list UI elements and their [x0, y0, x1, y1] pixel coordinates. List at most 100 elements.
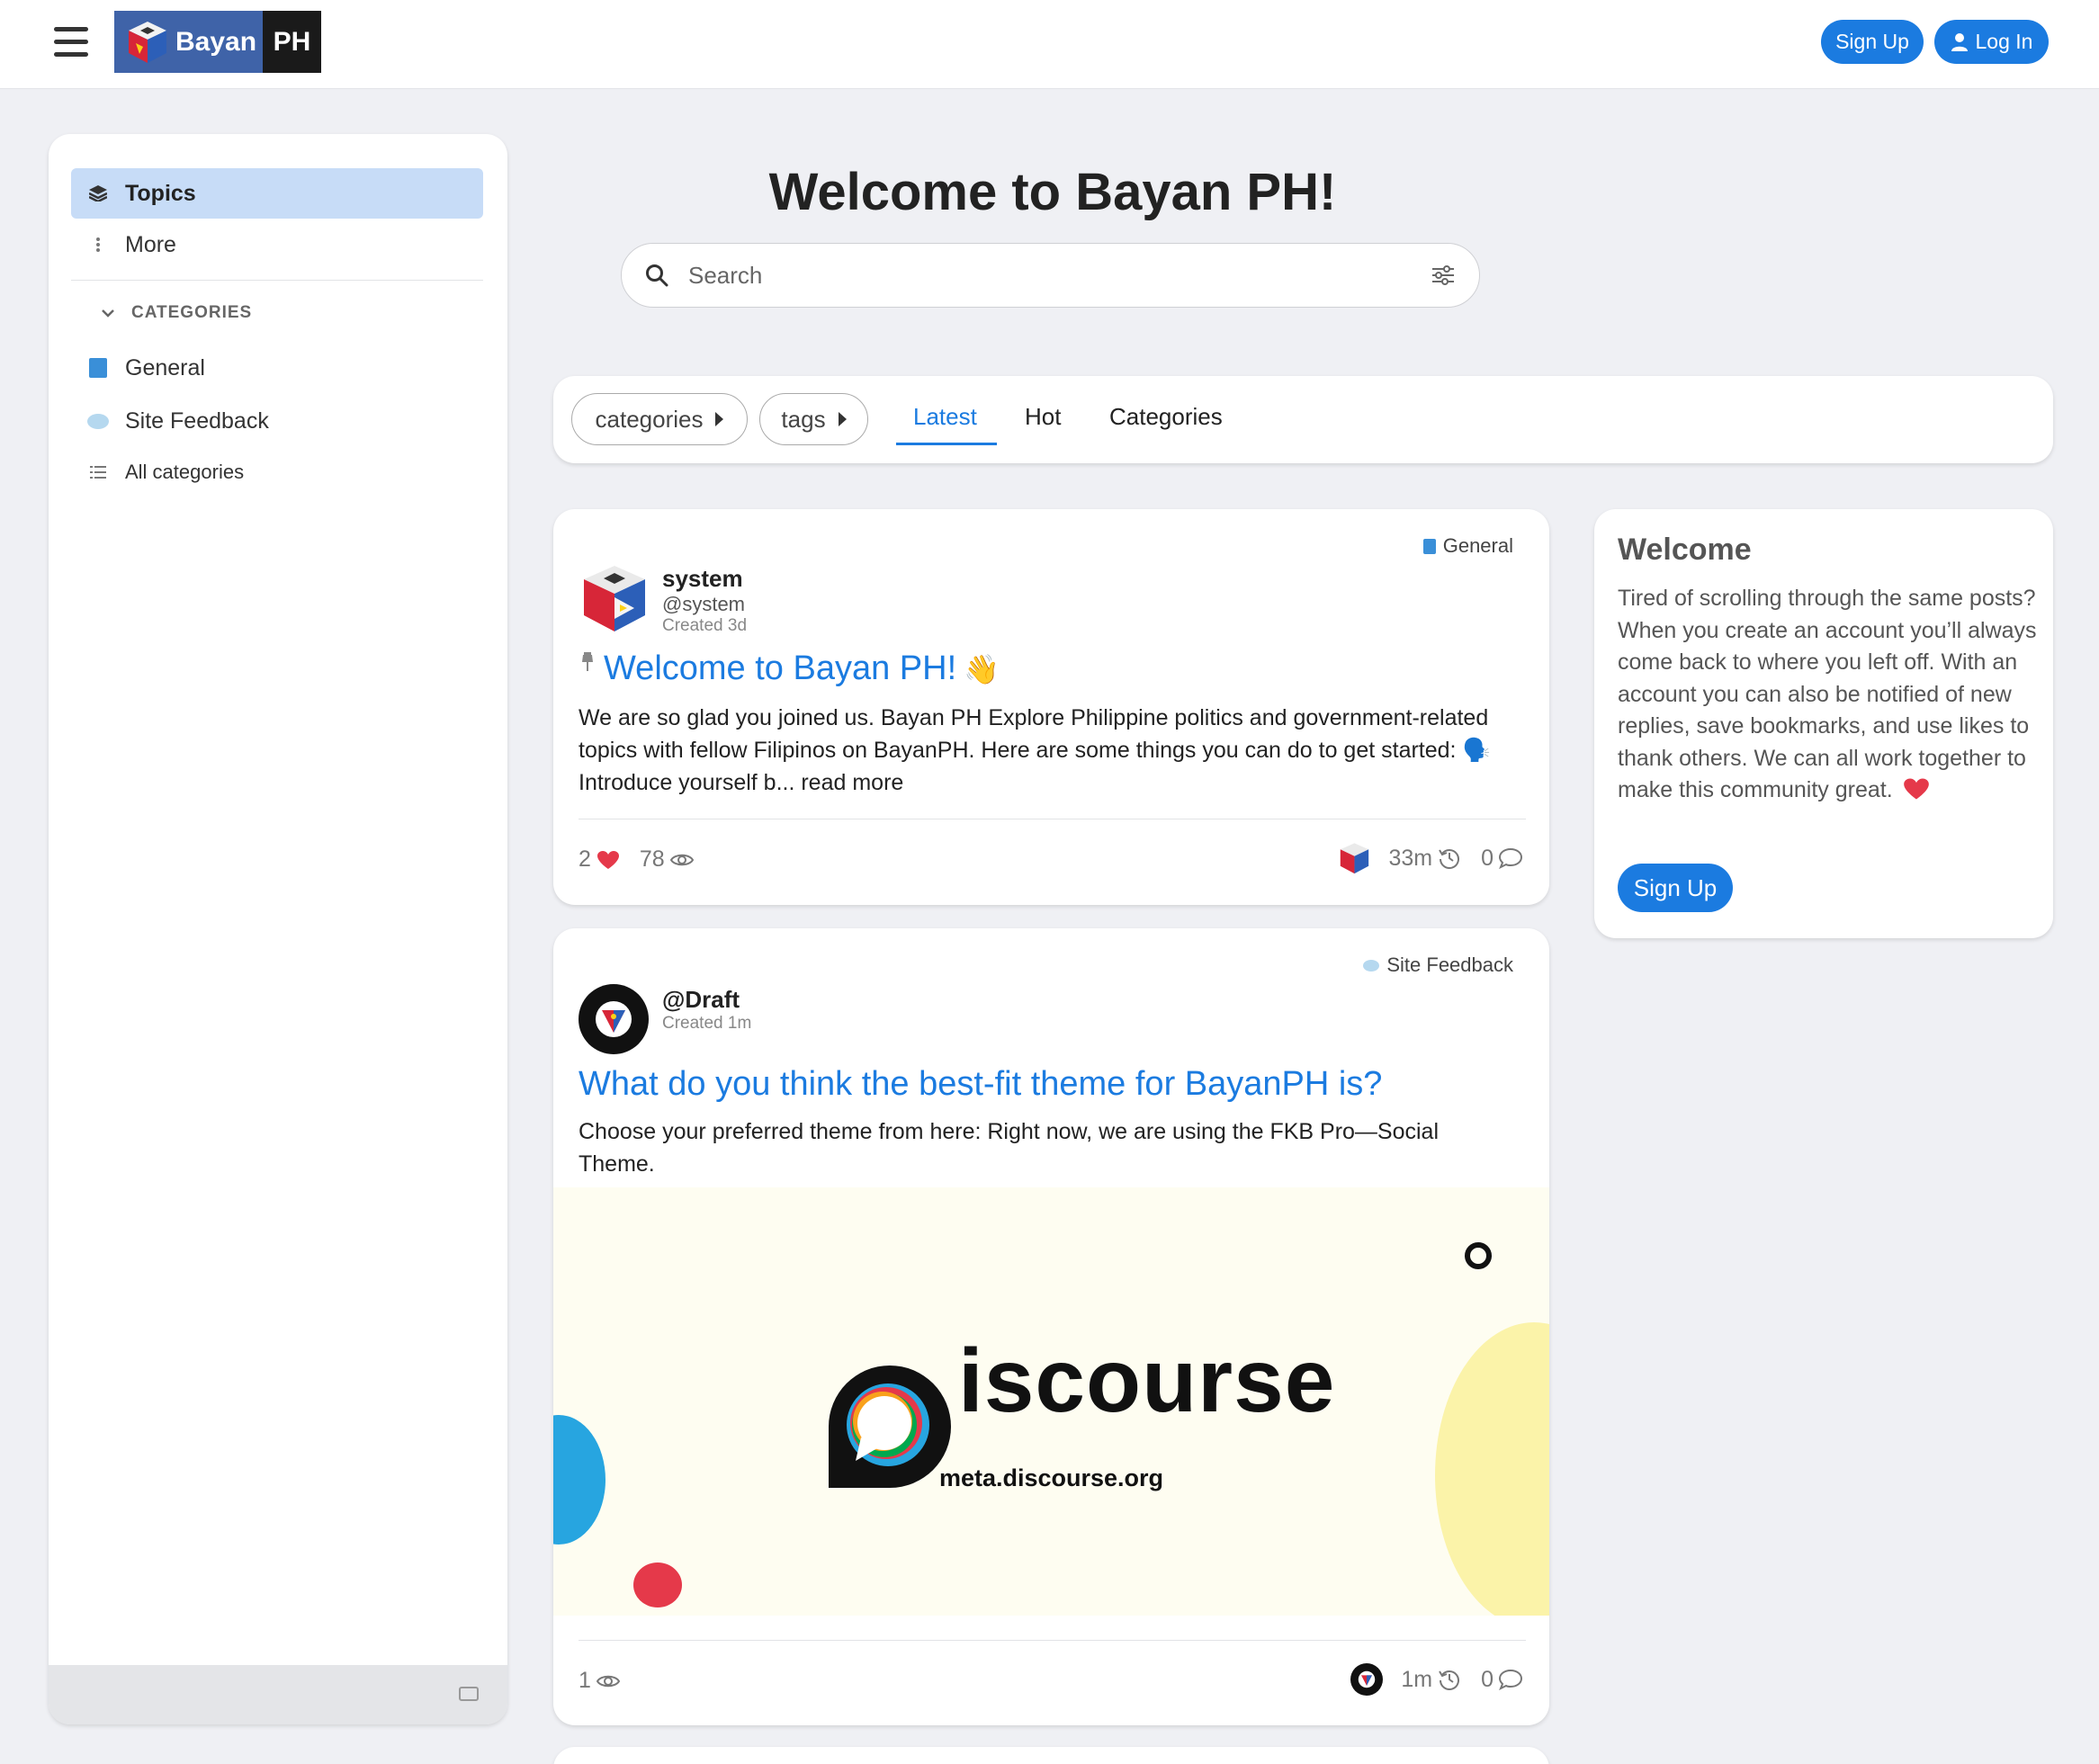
- view-count: 1: [579, 1668, 591, 1693]
- created-time: Created 1m: [662, 1014, 752, 1033]
- card-divider: [579, 1640, 1526, 1641]
- tab-categories[interactable]: Categories: [1109, 403, 1223, 431]
- site-header: Bayan PH Sign Up Log In: [0, 0, 2099, 89]
- tab-latest[interactable]: Latest: [913, 403, 977, 431]
- welcome-text: Tired of scrolling through the same post…: [1618, 583, 2041, 807]
- login-label: Log In: [1975, 30, 2033, 53]
- avatar[interactable]: [579, 563, 649, 633]
- created-time: Created 3d: [662, 616, 748, 635]
- category-badge[interactable]: Site Feedback: [1363, 954, 1513, 977]
- sidebar-item-topics[interactable]: Topics: [71, 168, 483, 219]
- category-badge-label: General: [1442, 534, 1513, 557]
- sidebar-divider: [71, 280, 483, 281]
- author-handle: @system: [662, 593, 746, 615]
- list-icon: [90, 466, 106, 479]
- search-icon: [646, 264, 668, 287]
- welcome-title: Welcome: [1618, 533, 1752, 567]
- author-info: system @system Created 3d: [662, 565, 747, 636]
- category-square-icon: [89, 358, 107, 378]
- topic-title: Welcome to Bayan PH!: [604, 649, 957, 687]
- signup-button[interactable]: Sign Up: [1821, 20, 1924, 64]
- discourse-logo-text: iscourse: [958, 1330, 1336, 1431]
- comment-icon: [1499, 847, 1522, 869]
- sidebar-item-more[interactable]: More: [71, 219, 483, 270]
- category-square-icon: [1422, 538, 1436, 554]
- author-name[interactable]: @Draft: [662, 986, 751, 1014]
- chat-bubble-icon: [1363, 959, 1380, 972]
- caret-right-icon: [715, 412, 724, 426]
- topic-title: What do you think the best-fit theme for…: [579, 1065, 1383, 1103]
- topic-title-link[interactable]: What do you think the best-fit theme for…: [579, 1065, 1382, 1104]
- vertical-ellipsis-icon: [96, 237, 100, 252]
- chat-bubble-icon: [87, 413, 109, 429]
- reply-count: 0: [1481, 1666, 1494, 1692]
- categories-section-toggle[interactable]: CATEGORIES: [101, 303, 252, 323]
- welcome-text-body: Tired of scrolling through the same post…: [1618, 586, 2037, 802]
- topic-card[interactable]: [553, 1747, 1549, 1764]
- topic-stats: 2 78: [579, 846, 694, 873]
- categories-header: CATEGORIES: [131, 303, 253, 322]
- topic-excerpt: Choose your preferred theme from here: R…: [579, 1119, 1440, 1177]
- categories-dropdown[interactable]: categories: [571, 393, 748, 445]
- topic-stats: 1: [579, 1668, 620, 1694]
- sliders-icon[interactable]: [1431, 265, 1455, 285]
- last-poster-avatar[interactable]: [1338, 842, 1370, 874]
- active-tab-indicator: [896, 443, 997, 445]
- tags-dropdown-label: tags: [781, 405, 826, 433]
- sidebar: Topics More CATEGORIES General Site Feed…: [49, 134, 507, 1724]
- ballot-box-logo-icon: [129, 21, 166, 63]
- avatar[interactable]: [579, 984, 649, 1054]
- history-icon: [1439, 1670, 1460, 1690]
- category-badge-label: Site Feedback: [1386, 954, 1513, 976]
- caret-right-icon: [838, 412, 847, 426]
- logo-word-ph: PH: [273, 26, 311, 57]
- like-count: 2: [579, 846, 591, 872]
- view-count: 78: [639, 846, 665, 872]
- logo-word-bayan: Bayan: [175, 26, 257, 57]
- topic-activity: 1m 0: [1350, 1663, 1522, 1696]
- draft-avatar-icon: [579, 984, 649, 1054]
- discourse-url-text: meta.discourse.org: [938, 1464, 1164, 1491]
- tags-dropdown[interactable]: tags: [759, 393, 868, 445]
- comment-icon: [1499, 1669, 1522, 1690]
- ballot-box-avatar-icon: [584, 566, 645, 631]
- reply-count: 0: [1481, 845, 1494, 871]
- pin-icon: [582, 652, 593, 671]
- chevron-down-icon: [102, 309, 114, 318]
- sidebar-item-label: Topics: [125, 180, 196, 206]
- author-name[interactable]: system: [662, 565, 747, 593]
- author-info: @Draft Created 1m: [662, 986, 751, 1034]
- last-activity-time: 33m: [1388, 845, 1433, 871]
- search-bar: [621, 243, 1480, 308]
- page-title: Welcome to Bayan PH!: [768, 163, 1337, 221]
- eye-icon: [596, 1675, 620, 1687]
- heart-icon[interactable]: [597, 850, 620, 870]
- waving-hand-icon: 👋: [964, 652, 1000, 685]
- welcome-banner: Welcome Tired of scrolling through the s…: [1594, 509, 2053, 938]
- categories-dropdown-label: categories: [595, 405, 704, 433]
- topic-title-link[interactable]: Welcome to Bayan PH! 👋: [579, 649, 1000, 688]
- last-activity-time: 1m: [1401, 1666, 1433, 1692]
- keyboard-icon[interactable]: [459, 1687, 479, 1701]
- sidebar-item-label: More: [125, 231, 176, 257]
- topic-thumbnail-image[interactable]: iscourse meta.discourse.org: [553, 1187, 1549, 1616]
- topic-card[interactable]: Site Feedback @Draft Created 1m What do …: [553, 928, 1549, 1725]
- sidebar-item-general[interactable]: General: [71, 343, 483, 393]
- last-poster-avatar[interactable]: [1350, 1663, 1384, 1696]
- tab-hot[interactable]: Hot: [1025, 403, 1061, 431]
- eye-icon: [669, 854, 694, 865]
- welcome-signup-button[interactable]: Sign Up: [1618, 864, 1733, 912]
- topic-excerpt: We are so glad you joined us. Bayan PH E…: [579, 705, 1491, 795]
- topic-activity: 33m 0: [1338, 842, 1522, 874]
- layers-icon: [89, 185, 107, 201]
- heart-icon: [1903, 778, 1929, 800]
- search-input[interactable]: [688, 261, 1416, 290]
- hamburger-menu-icon[interactable]: [54, 27, 88, 58]
- login-button[interactable]: Log In: [1934, 20, 2049, 64]
- topic-card[interactable]: General system @system Created 3d Welcom…: [553, 509, 1549, 905]
- category-badge[interactable]: General: [1422, 534, 1513, 558]
- sidebar-item-all-categories[interactable]: All categories: [71, 447, 483, 497]
- topic-filter-bar: categories tags Latest Hot Categories: [553, 376, 2053, 463]
- site-logo[interactable]: Bayan PH: [114, 11, 321, 73]
- sidebar-item-site-feedback[interactable]: Site Feedback: [71, 396, 483, 446]
